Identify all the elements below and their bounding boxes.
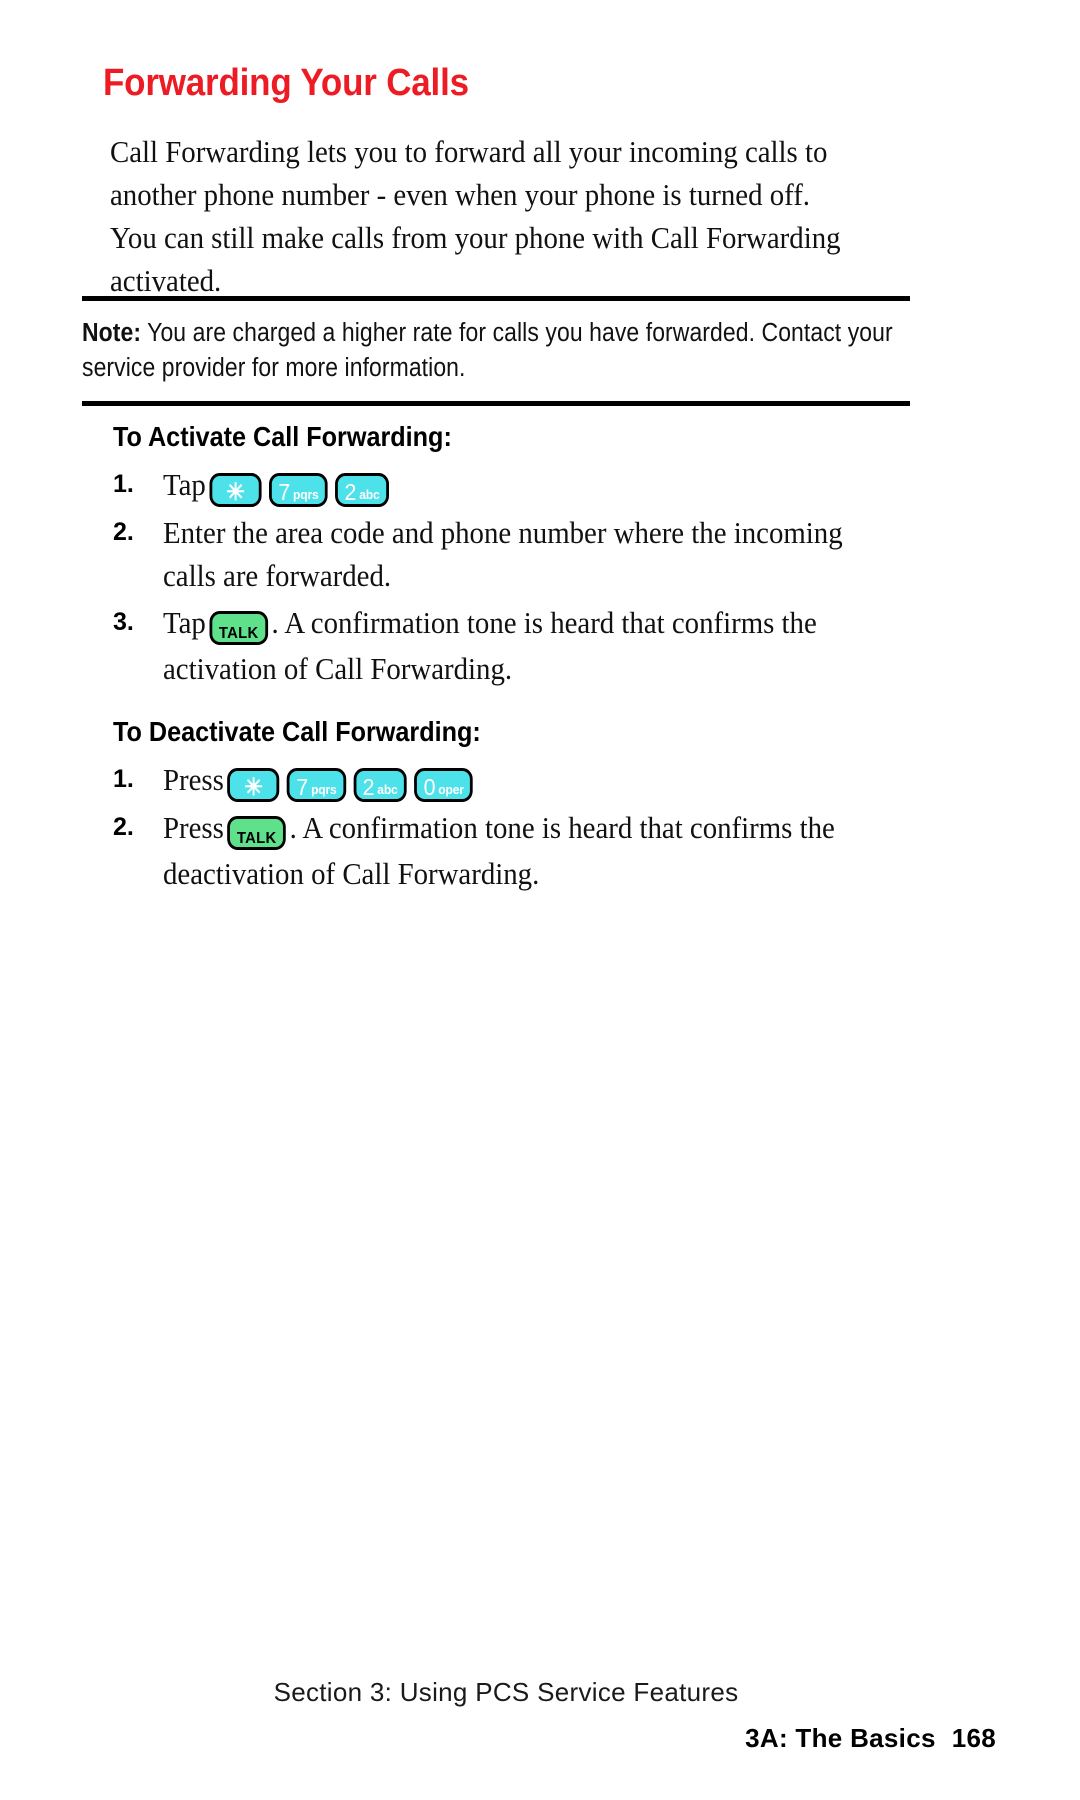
zero-oper-key[interactable]: 0 oper bbox=[414, 768, 474, 802]
star-key[interactable]: ✳ bbox=[227, 768, 280, 802]
step-body: Tap ✳ 7 pqrs 2 abc bbox=[163, 463, 916, 509]
footer-chapter-line: 3A: The Basics 168 bbox=[0, 1723, 1080, 1754]
intro-paragraph: Call Forwarding lets you to forward all … bbox=[110, 134, 841, 298]
footer-page-number: 168 bbox=[951, 1723, 996, 1753]
step-body: Press ✳ 7 pqrs 2 abc 0 oper bbox=[163, 758, 916, 804]
document-page: Forwarding Your Calls Call Forwarding le… bbox=[0, 0, 1080, 1800]
note-body: Note: You are charged a higher rate for … bbox=[82, 301, 909, 392]
subheading-deactivate: To Deactivate Call Forwarding: bbox=[113, 716, 481, 747]
step-deactivate-2: 2. Press TALK. A confirmation tone is hea… bbox=[113, 806, 973, 895]
step-text-before: Press bbox=[163, 762, 224, 797]
talk-key[interactable]: TALK bbox=[209, 611, 268, 645]
step-body: Tap TALK. A confirmation tone is heard th… bbox=[163, 601, 926, 690]
note-bottom-rule bbox=[82, 401, 910, 406]
talk-key[interactable]: TALK bbox=[227, 816, 286, 850]
two-abc-key[interactable]: 2 abc bbox=[353, 768, 407, 802]
seven-pqrs-key[interactable]: 7 pqrs bbox=[287, 768, 346, 802]
footer-section-line: Section 3: Using PCS Service Features bbox=[273, 1677, 739, 1707]
step-body: Enter the area code and phone number whe… bbox=[163, 515, 843, 593]
footer-chapter-label: 3A: The Basics bbox=[745, 1723, 936, 1753]
step-body: Press TALK. A confirmation tone is heard … bbox=[163, 806, 916, 895]
star-key[interactable]: ✳ bbox=[209, 473, 262, 507]
step-number: 1. bbox=[113, 470, 134, 498]
step-number: 2. bbox=[113, 518, 134, 546]
step-number: 3. bbox=[113, 608, 134, 636]
step-number: 2. bbox=[113, 813, 134, 841]
step-text-before: Press bbox=[163, 810, 224, 845]
step-number: 1. bbox=[113, 765, 134, 793]
step-activate-3: 3. Tap TALK. A confirmation tone is heard… bbox=[113, 601, 983, 690]
step-activate-1: 1. Tap ✳ 7 pqrs 2 abc bbox=[113, 463, 973, 509]
note-callout: Note: You are charged a higher rate for … bbox=[82, 296, 910, 406]
step-deactivate-1: 1. Press ✳ 7 pqrs 2 abc 0 oper bbox=[113, 758, 973, 804]
step-text-before: Tap bbox=[163, 605, 206, 640]
note-label: Note: bbox=[82, 319, 142, 347]
note-text: You are charged a higher rate for calls … bbox=[82, 319, 893, 382]
seven-pqrs-key[interactable]: 7 pqrs bbox=[269, 473, 328, 507]
subheading-activate: To Activate Call Forwarding: bbox=[113, 421, 452, 452]
two-abc-key[interactable]: 2 abc bbox=[335, 473, 389, 507]
step-text-before: Tap bbox=[163, 467, 206, 502]
page-title: Forwarding Your Calls bbox=[103, 62, 469, 104]
step-activate-2: 2. Enter the area code and phone number … bbox=[113, 511, 953, 597]
